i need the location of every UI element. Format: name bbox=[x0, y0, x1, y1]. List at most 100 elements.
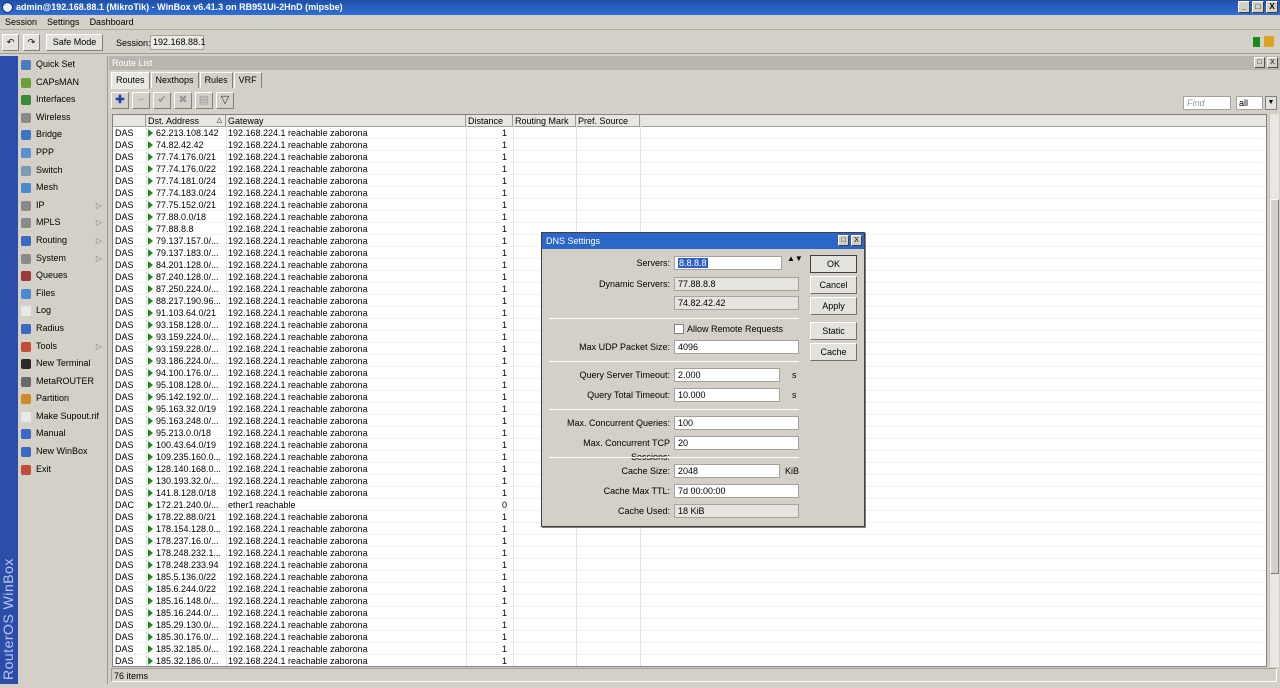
cache-button[interactable]: Cache bbox=[810, 343, 857, 361]
cache-max-ttl-input[interactable]: 7d 00:00:00 bbox=[674, 484, 799, 498]
sidebar-item-mesh[interactable]: Mesh bbox=[18, 179, 107, 197]
col-distance[interactable]: Distance bbox=[466, 115, 513, 127]
col-gateway[interactable]: Gateway bbox=[226, 115, 466, 127]
table-row[interactable]: DAS 77.74.176.0/22 192.168.224.1 reachable… bbox=[113, 163, 1266, 175]
tab-nexthops[interactable]: Nexthops bbox=[150, 72, 199, 88]
table-row[interactable]: DAS 77.74.183.0/24 192.168.224.1 reachable… bbox=[113, 187, 1266, 199]
sidebar-item-files[interactable]: Files bbox=[18, 285, 107, 303]
apply-button[interactable]: Apply bbox=[810, 297, 857, 315]
route-list-close-button[interactable]: X bbox=[1267, 57, 1278, 68]
col-routing-mark[interactable]: Routing Mark bbox=[513, 115, 576, 127]
query-server-timeout-input[interactable]: 2.000 bbox=[674, 368, 780, 382]
col-dst-address[interactable]: Dst. Address △ bbox=[146, 115, 226, 127]
enable-route-button[interactable]: ✔ bbox=[153, 92, 171, 109]
table-row[interactable]: DAS 185.16.148.0/... 192.168.224.1 reachab… bbox=[113, 595, 1266, 607]
comment-route-button[interactable]: ▤ bbox=[195, 92, 213, 109]
servers-input[interactable]: 8.8.8.8 bbox=[674, 256, 782, 270]
table-row[interactable]: DAS 77.74.181.0/24 192.168.224.1 reachable… bbox=[113, 175, 1266, 187]
max-udp-input[interactable]: 4096 bbox=[674, 340, 799, 354]
table-row[interactable]: DAS 77.88.0.0/18 192.168.224.1 reachable z… bbox=[113, 211, 1266, 223]
col-flags[interactable] bbox=[113, 115, 146, 127]
ok-button[interactable]: OK bbox=[810, 255, 857, 273]
cancel-button[interactable]: Cancel bbox=[810, 276, 857, 294]
undo-button[interactable]: ↶ bbox=[2, 34, 19, 51]
close-button[interactable]: X bbox=[1266, 1, 1278, 13]
max-concurrent-queries-input[interactable]: 100 bbox=[674, 416, 799, 430]
scrollbar-thumb[interactable] bbox=[1270, 199, 1279, 574]
filter-select[interactable]: all bbox=[1236, 96, 1263, 110]
redo-button[interactable]: ↷ bbox=[23, 34, 40, 51]
find-input[interactable]: Find bbox=[1183, 96, 1231, 110]
table-row[interactable]: DAS 185.29.130.0/... 192.168.224.1 reachab… bbox=[113, 619, 1266, 631]
sidebar-item-switch[interactable]: Switch bbox=[18, 162, 107, 180]
sidebar-item-exit[interactable]: Exit bbox=[18, 461, 107, 479]
table-row[interactable]: DAS 77.74.176.0/21 192.168.224.1 reachable… bbox=[113, 151, 1266, 163]
sidebar-item-make-supout-rif[interactable]: Make Supout.rif bbox=[18, 408, 107, 426]
menu-dashboard[interactable]: Dashboard bbox=[85, 15, 139, 29]
table-row[interactable]: DAS 74.82.42.42 192.168.224.1 reachable za… bbox=[113, 139, 1266, 151]
table-row[interactable]: DAS 178.237.16.0/... 192.168.224.1 reachab… bbox=[113, 535, 1266, 547]
session-field[interactable]: 192.168.88.1 bbox=[150, 35, 206, 50]
table-row[interactable]: DAS 185.16.244.0/... 192.168.224.1 reachab… bbox=[113, 607, 1266, 619]
maximize-button[interactable]: □ bbox=[1252, 1, 1264, 13]
sidebar-item-partition[interactable]: Partition bbox=[18, 390, 107, 408]
filter-dropdown-arrow[interactable]: ▼ bbox=[1265, 96, 1277, 110]
sidebar-item-system[interactable]: System ▷ bbox=[18, 250, 107, 268]
col-pref-source[interactable]: Pref. Source bbox=[576, 115, 640, 127]
sidebar-item-new-winbox[interactable]: New WinBox bbox=[18, 443, 107, 461]
sidebar-item-ip[interactable]: IP ▷ bbox=[18, 197, 107, 215]
banner-text: RouterOS WinBox bbox=[0, 558, 16, 680]
sidebar-item-quick-set[interactable]: Quick Set bbox=[18, 56, 107, 74]
sidebar-item-ppp[interactable]: PPP bbox=[18, 144, 107, 162]
add-route-button[interactable]: ✚ bbox=[111, 92, 129, 109]
menu-session[interactable]: Session bbox=[0, 15, 42, 29]
table-row[interactable]: DAS 185.32.185.0/... 192.168.224.1 reachab… bbox=[113, 643, 1266, 655]
max-concurrent-tcp-input[interactable]: 20 bbox=[674, 436, 799, 450]
allow-remote-requests-checkbox[interactable] bbox=[674, 324, 684, 334]
route-distance: 1 bbox=[466, 571, 510, 583]
route-list-titlebar[interactable]: Route List □ X bbox=[109, 56, 1280, 70]
tab-vrf[interactable]: VRF bbox=[233, 72, 262, 88]
minimize-button[interactable]: _ bbox=[1238, 1, 1250, 13]
tab-routes[interactable]: Routes bbox=[111, 72, 150, 89]
sidebar-item-queues[interactable]: Queues bbox=[18, 267, 107, 285]
table-row[interactable]: DAS 185.6.244.0/22 192.168.224.1 reachable… bbox=[113, 583, 1266, 595]
sidebar-item-capsman[interactable]: CAPsMAN bbox=[18, 74, 107, 92]
sidebar-item-log[interactable]: Log bbox=[18, 302, 107, 320]
remove-route-button[interactable]: − bbox=[132, 92, 150, 109]
sidebar-item-new-terminal[interactable]: New Terminal bbox=[18, 355, 107, 373]
dns-dialog-titlebar[interactable]: DNS Settings □ X bbox=[542, 233, 864, 249]
table-row[interactable]: DAS 185.5.136.0/22 192.168.224.1 reachable… bbox=[113, 571, 1266, 583]
filter-button[interactable]: ▽ bbox=[216, 92, 234, 109]
query-total-timeout-input[interactable]: 10.000 bbox=[674, 388, 780, 402]
sidebar-item-tools[interactable]: Tools ▷ bbox=[18, 338, 107, 356]
disable-route-button[interactable]: ✖ bbox=[174, 92, 192, 109]
sidebar-item-routing[interactable]: Routing ▷ bbox=[18, 232, 107, 250]
cache-size-input[interactable]: 2048 bbox=[674, 464, 780, 478]
servers-add-remove-icon[interactable]: ▲▼ bbox=[787, 255, 803, 263]
table-row[interactable]: DAS 77.75.152.0/21 192.168.224.1 reachable… bbox=[113, 199, 1266, 211]
static-button[interactable]: Static bbox=[810, 322, 857, 340]
table-row[interactable]: DAS 185.30.176.0/... 192.168.224.1 reachab… bbox=[113, 631, 1266, 643]
table-row[interactable]: DAS 178.248.232.1... 192.168.224.1 reachab… bbox=[113, 547, 1266, 559]
dns-dialog-maximize-button[interactable]: □ bbox=[838, 235, 849, 246]
sidebar-item-radius[interactable]: Radius bbox=[18, 320, 107, 338]
sidebar-item-mpls[interactable]: MPLS ▷ bbox=[18, 214, 107, 232]
menu-settings[interactable]: Settings bbox=[42, 15, 85, 29]
route-distance-text: 1 bbox=[501, 584, 507, 594]
table-row[interactable]: DAS 62.213.108.142 192.168.224.1 reachable… bbox=[113, 127, 1266, 139]
sidebar-item-manual[interactable]: Manual bbox=[18, 425, 107, 443]
sidebar-item-interfaces[interactable]: Interfaces bbox=[18, 91, 107, 109]
route-flag-icon bbox=[148, 417, 153, 425]
table-vertical-scrollbar[interactable] bbox=[1269, 114, 1279, 667]
sidebar-item-wireless[interactable]: Wireless bbox=[18, 109, 107, 127]
route-list-maximize-button[interactable]: □ bbox=[1254, 57, 1265, 68]
tab-rules[interactable]: Rules bbox=[199, 72, 233, 88]
sidebar-item-metarouter[interactable]: MetaROUTER bbox=[18, 373, 107, 391]
table-row[interactable]: DAS 185.32.186.0/... 192.168.224.1 reachab… bbox=[113, 655, 1266, 666]
table-row[interactable]: DAS 178.248.233.94 192.168.224.1 reachable… bbox=[113, 559, 1266, 571]
window-titlebar[interactable]: admin@192.168.88.1 (MikroTik) - WinBox v… bbox=[0, 0, 1280, 15]
sidebar-item-bridge[interactable]: Bridge bbox=[18, 126, 107, 144]
safe-mode-button[interactable]: Safe Mode bbox=[46, 34, 103, 51]
dns-dialog-close-button[interactable]: X bbox=[851, 235, 862, 246]
